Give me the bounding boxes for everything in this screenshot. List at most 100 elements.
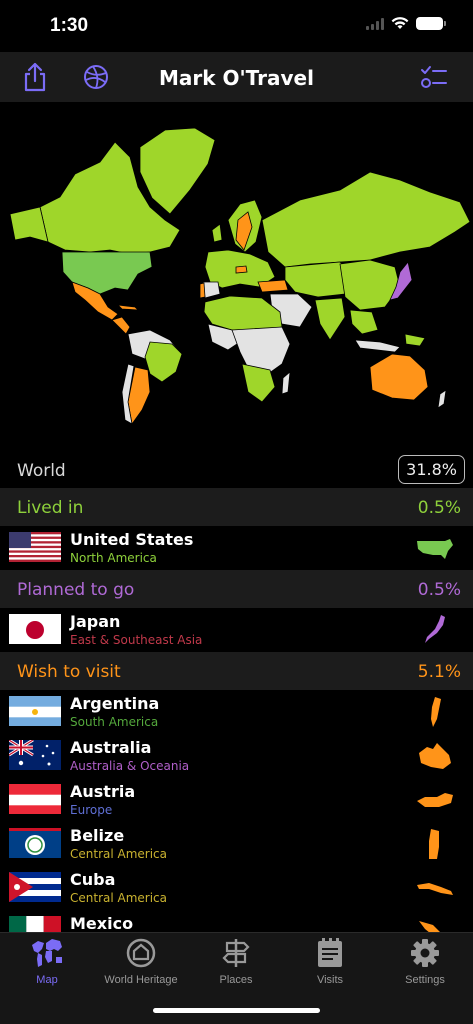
map-southern-africa — [241, 363, 276, 403]
country-region: North America — [70, 551, 157, 565]
map-central-africa — [231, 326, 291, 375]
country-name: Cuba — [70, 870, 116, 889]
country-region: East & Southeast Asia — [70, 633, 203, 647]
tab-world-heritage[interactable]: World Heritage — [94, 937, 188, 993]
country-name: Austria — [70, 782, 136, 801]
section-lived-in-percent: 0.5% — [417, 498, 461, 518]
list-item-argentina[interactable]: Argentina South America — [0, 690, 473, 734]
japan-flag-icon — [9, 614, 61, 644]
mexico-flag-icon — [9, 916, 61, 932]
map-madagascar — [281, 371, 291, 395]
list-item-japan[interactable]: Japan East & Southeast Asia — [0, 608, 473, 652]
page-title: Mark O'Travel — [159, 66, 314, 90]
map-uk — [211, 223, 223, 243]
us-flag-icon — [9, 532, 61, 562]
world-map-icon — [32, 939, 62, 967]
map-india — [314, 297, 346, 341]
country-region: Central America — [70, 891, 168, 905]
map-southeast-asia — [349, 309, 379, 335]
country-name: Japan — [70, 612, 121, 631]
tab-map-label: Map — [36, 974, 58, 986]
map-central-america — [111, 316, 131, 335]
section-lived-in-label: Lived in — [17, 498, 84, 518]
tab-visits-label: Visits — [316, 974, 344, 986]
map-china — [339, 259, 401, 311]
list-item-australia[interactable]: Australia Australia & Oceania — [0, 734, 473, 778]
country-name: Argentina — [70, 694, 160, 713]
map-new-guinea — [404, 333, 426, 347]
world-heritage-icon — [126, 938, 156, 968]
section-planned: Planned to go 0.5% — [0, 570, 473, 608]
signpost-icon — [222, 939, 250, 967]
world-label: World — [17, 461, 66, 481]
world-summary: World 31.8% — [0, 452, 473, 488]
tab-places[interactable]: Places — [189, 937, 283, 993]
home-indicator — [153, 1008, 320, 1013]
country-region: Australia & Oceania — [70, 759, 190, 773]
japan-shape-icon — [425, 615, 445, 643]
calendar-notes-icon — [318, 938, 342, 967]
section-wish-label: Wish to visit — [17, 662, 121, 682]
gear-icon — [411, 939, 439, 967]
map-australia — [369, 353, 429, 401]
checklist-icon — [421, 66, 447, 88]
map-brazil — [144, 341, 183, 383]
country-name: United States — [70, 530, 194, 549]
wifi-icon — [391, 17, 409, 29]
us-shape-icon — [417, 539, 453, 559]
tab-world-heritage-label: World Heritage — [104, 974, 178, 986]
map-russia — [261, 171, 471, 268]
world-percent-badge: 31.8% — [398, 455, 465, 484]
argentina-shape-icon — [431, 697, 441, 727]
country-name: Australia — [70, 738, 152, 757]
map-cuba — [116, 304, 140, 311]
country-region: South America — [70, 715, 159, 729]
cellular-signal-icon — [366, 17, 384, 30]
list-item-austria[interactable]: Austria Europe — [0, 778, 473, 822]
map-portugal — [199, 282, 206, 299]
country-region: Europe — [70, 803, 113, 817]
map-austria — [235, 265, 248, 274]
argentina-flag-icon — [9, 696, 61, 726]
navigation-bar: Mark O'Travel — [0, 52, 473, 102]
cuba-flag-icon — [9, 872, 61, 902]
status-time: 1:30 — [50, 15, 89, 36]
tab-visits[interactable]: Visits — [283, 937, 377, 993]
battery-icon — [416, 17, 446, 30]
list-item-cuba[interactable]: Cuba Central America — [0, 866, 473, 910]
map-new-zealand — [437, 389, 447, 409]
tab-map[interactable]: Map — [0, 937, 94, 993]
austria-shape-icon — [417, 793, 453, 807]
list-item-united-states[interactable]: United States North America — [0, 526, 473, 570]
world-map[interactable] — [0, 102, 473, 452]
australia-shape-icon — [419, 743, 451, 769]
map-greenland — [139, 127, 216, 215]
section-lived-in: Lived in 0.5% — [0, 488, 473, 526]
australia-flag-icon — [9, 740, 61, 770]
list-item-mexico[interactable]: Mexico — [0, 910, 473, 932]
country-region: Central America — [70, 847, 168, 861]
section-wish-to-visit: Wish to visit 5.1% — [0, 652, 473, 690]
section-wish-percent: 5.1% — [417, 662, 461, 682]
map-north-africa — [203, 295, 283, 331]
belize-flag-icon — [9, 828, 61, 858]
section-planned-percent: 0.5% — [417, 580, 461, 600]
list-item-belize[interactable]: Belize Central America — [0, 822, 473, 866]
belize-shape-icon — [429, 829, 439, 859]
status-bar: 1:30 — [0, 0, 473, 52]
country-name: Mexico — [70, 914, 134, 932]
cuba-shape-icon — [417, 883, 453, 895]
tab-settings-label: Settings — [405, 974, 445, 986]
mexico-shape-icon — [419, 921, 440, 932]
austria-flag-icon — [9, 784, 61, 814]
section-planned-label: Planned to go — [17, 580, 135, 600]
status-icons — [366, 17, 446, 30]
tab-settings[interactable]: Settings — [378, 937, 472, 993]
map-spain — [202, 281, 221, 299]
country-name: Belize — [70, 826, 125, 845]
world-map-svg[interactable] — [0, 102, 473, 452]
checklist-button[interactable] — [418, 61, 450, 93]
tab-places-label: Places — [219, 974, 253, 986]
map-indonesia — [354, 339, 401, 353]
map-turkey — [257, 279, 289, 293]
